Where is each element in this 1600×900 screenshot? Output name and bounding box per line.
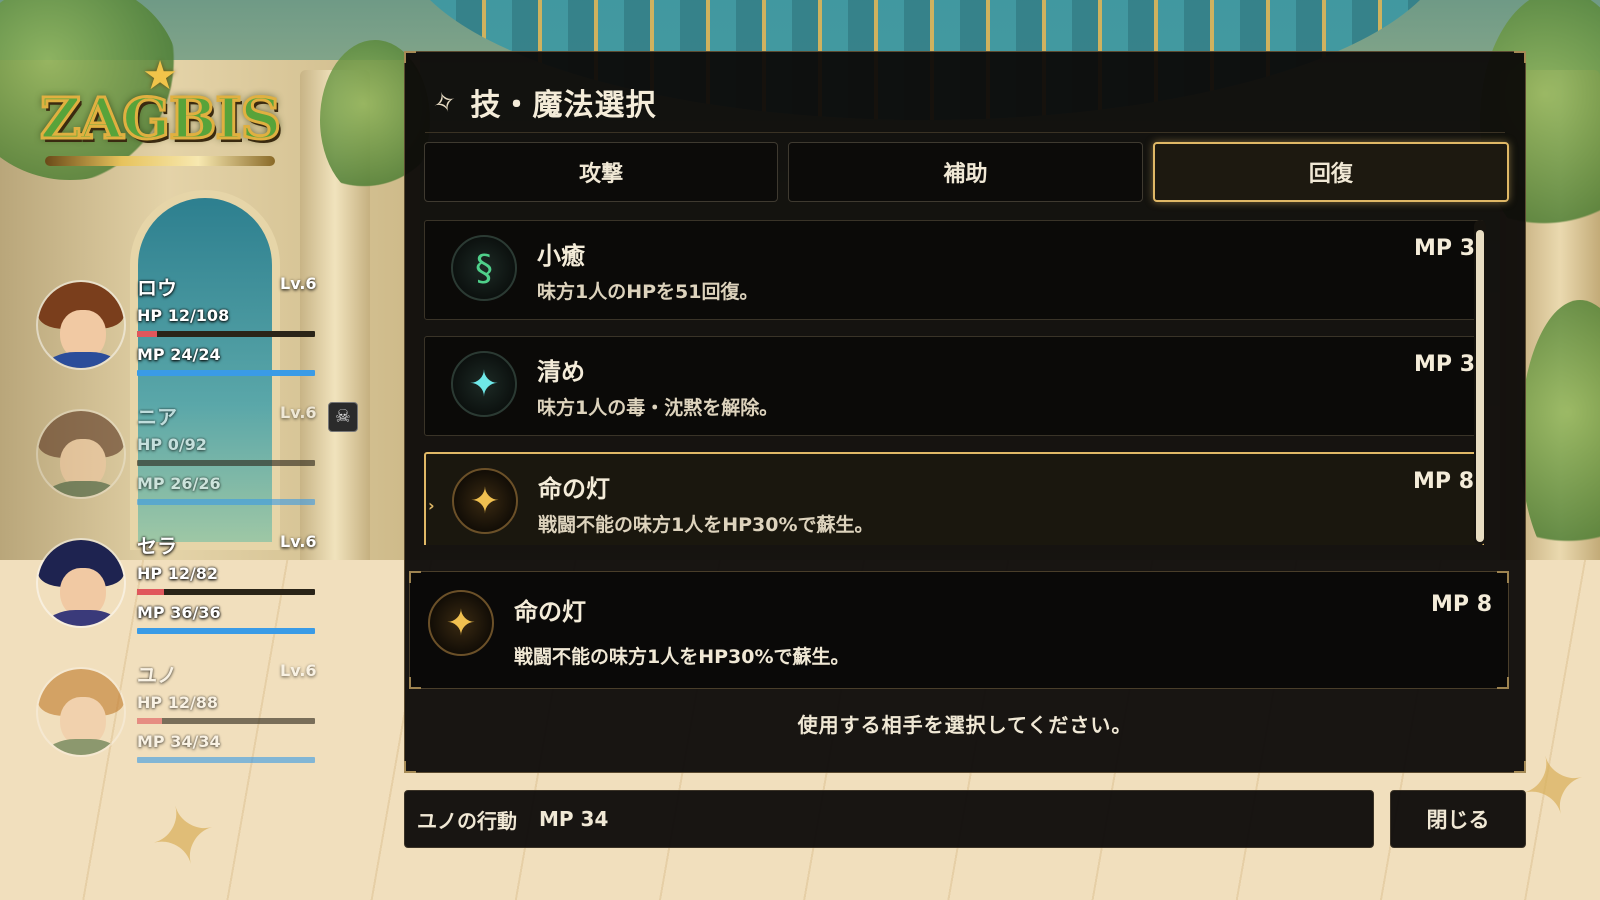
skill-name: 命の灯 — [538, 475, 610, 503]
skill-mp-cost: MP 8 — [1413, 469, 1474, 494]
logo-text: ZAGBIS — [38, 84, 282, 153]
skill-item[interactable]: ✦ 清め 味方1人の毒・沈黙を解除。 MP 3 — [424, 336, 1484, 436]
member-hp: HP 12/82 — [137, 564, 219, 583]
selection-arrow-icon: › — [428, 496, 435, 515]
current-actor: ユノの行動 — [417, 808, 517, 833]
sparkle-icon: ✦ — [451, 351, 517, 417]
logo-sword — [45, 155, 275, 166]
member-hp: HP 0/92 — [137, 435, 207, 454]
detail-skill-description: 戦闘不能の味方1人をHP30%で蘇生。 — [514, 646, 850, 668]
member-level: Lv.6 — [280, 661, 317, 680]
member-mp: MP 34/34 — [137, 732, 221, 751]
skill-item-selected[interactable]: › ✦ 命の灯 戦闘不能の味方1人をHP30%で蘇生。 MP 8 — [424, 452, 1484, 545]
detail-mp-cost: MP 8 — [1431, 592, 1492, 617]
tab-attack[interactable]: 攻撃 — [424, 142, 779, 202]
skill-description: 味方1人の毒・沈黙を解除。 — [537, 397, 779, 419]
action-status-bar: ユノの行動 MP 34 — [404, 790, 1374, 848]
skill-mp-cost: MP 3 — [1414, 236, 1475, 261]
panel-header: ✧ 技・魔法選択 — [428, 80, 657, 124]
green-spiral-icon: § — [451, 235, 517, 301]
category-tabs: 攻撃 補助 回復 — [424, 142, 1509, 202]
skill-name: 小癒 — [537, 242, 585, 270]
member-hp: HP 12/108 — [137, 306, 230, 325]
hp-bar — [137, 331, 315, 337]
mp-bar — [137, 499, 315, 505]
detail-skill-name: 命の灯 — [514, 598, 586, 626]
party-member-row[interactable]: ユノ Lv.6 HP 12/88 MP 34/34 — [36, 655, 366, 784]
current-actor-mp: MP 34 — [539, 807, 609, 831]
hp-bar — [137, 589, 315, 595]
party-list: ロウ Lv.6 HP 12/108 MP 24/24 ニア Lv.6 HP 0/… — [36, 268, 366, 784]
wand-icon: ✧ — [428, 82, 462, 122]
skill-item[interactable]: § 小癒 味方1人のHPを51回復。 MP 3 — [424, 220, 1484, 320]
target-prompt: 使用する相手を選択してください。 — [797, 713, 1133, 737]
avatar — [36, 538, 126, 628]
avatar — [36, 409, 126, 499]
member-level: Lv.6 — [280, 403, 317, 422]
hp-bar — [137, 718, 315, 724]
party-member-row[interactable]: ニア Lv.6 HP 0/92 MP 26/26 — [36, 397, 366, 526]
skill-description: 戦闘不能の味方1人をHP30%で蘇生。 — [538, 514, 874, 536]
member-name: ニア — [137, 405, 177, 429]
avatar — [36, 667, 126, 757]
mp-bar — [137, 757, 315, 763]
page-title: 技・魔法選択 — [470, 88, 657, 123]
mp-bar — [137, 628, 315, 634]
member-name: ユノ — [137, 663, 177, 687]
skill-mp-cost: MP 3 — [1414, 352, 1475, 377]
divider — [425, 132, 1505, 133]
mp-bar — [137, 370, 315, 376]
skull-icon: ☠ — [328, 402, 358, 432]
life-star-icon: ✦ — [452, 468, 518, 534]
close-button[interactable]: 閉じる — [1390, 790, 1526, 848]
skill-select-panel: ✧ 技・魔法選択 攻撃 補助 回復 § 小癒 味方1人のHPを51回復。 MP … — [404, 51, 1526, 773]
hp-bar — [137, 460, 315, 466]
member-mp: MP 26/26 — [137, 474, 221, 493]
game-logo: ★ ZAGBIS — [35, 48, 285, 173]
skill-list: § 小癒 味方1人のHPを51回復。 MP 3 ✦ 清め 味方1人の毒・沈黙を解… — [424, 220, 1484, 545]
member-hp: HP 12/88 — [137, 693, 219, 712]
member-level: Lv.6 — [280, 532, 317, 551]
party-member-row[interactable]: ロウ Lv.6 HP 12/108 MP 24/24 — [36, 268, 366, 397]
member-level: Lv.6 — [280, 274, 317, 293]
member-mp: MP 24/24 — [137, 345, 221, 364]
skill-description: 味方1人のHPを51回復。 — [537, 281, 759, 303]
tab-support[interactable]: 補助 — [788, 142, 1143, 202]
skill-detail-box: ✦ 命の灯 戦闘不能の味方1人をHP30%で蘇生。 MP 8 — [409, 571, 1509, 689]
member-name: ロウ — [137, 276, 177, 300]
skill-name: 清め — [537, 358, 585, 386]
member-mp: MP 36/36 — [137, 603, 221, 622]
avatar — [36, 280, 126, 370]
scrollbar-thumb[interactable] — [1476, 230, 1484, 542]
party-member-row[interactable]: セラ Lv.6 HP 12/82 MP 36/36 — [36, 526, 366, 655]
member-name: セラ — [137, 534, 177, 558]
tab-heal[interactable]: 回復 — [1152, 142, 1509, 202]
life-star-icon: ✦ — [428, 590, 494, 656]
